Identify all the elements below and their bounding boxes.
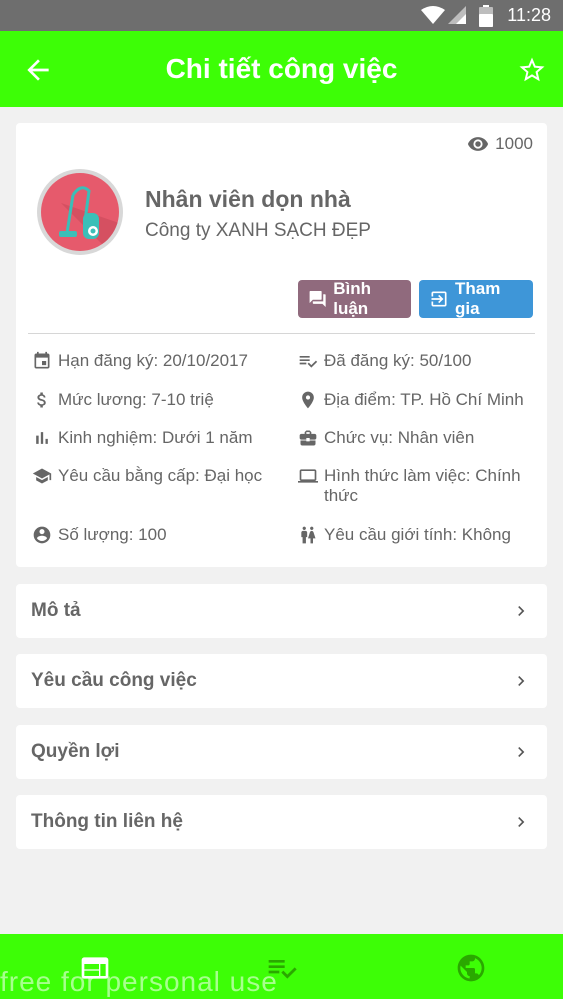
registered-info: Đã đăng ký: 50/100 bbox=[298, 351, 538, 371]
chevron-right-icon bbox=[518, 817, 525, 827]
chevron-right-icon bbox=[518, 676, 525, 686]
view-count: 1000 bbox=[467, 133, 533, 155]
wc-icon bbox=[301, 526, 316, 544]
section-label: Mô tả bbox=[31, 600, 81, 621]
join-button-label: Tham gia bbox=[455, 279, 501, 318]
location-text: Địa điểm: TP. Hồ Chí Minh bbox=[324, 390, 524, 409]
section-job-requirements[interactable]: Yêu cầu công việc bbox=[16, 654, 547, 708]
join-button[interactable]: Tham gia bbox=[419, 279, 533, 318]
gender-info: Yêu cầu giới tính: Không bbox=[298, 525, 538, 545]
quantity-text: Số lượng: 100 bbox=[58, 525, 167, 544]
calendar-icon bbox=[34, 351, 50, 369]
degree-text: Yêu cầu bằng cấp: Đại học bbox=[58, 466, 263, 485]
degree-info: Yêu cầu bằng cấp: Đại học bbox=[32, 466, 282, 486]
section-contact-info[interactable]: Thông tin liên hệ bbox=[16, 795, 547, 849]
job-title: Nhân viên dọn nhà bbox=[145, 186, 351, 212]
location-pin-icon bbox=[302, 391, 314, 409]
view-count-value: 1000 bbox=[495, 134, 533, 153]
salary-info: Mức lương: 7-10 triệ bbox=[32, 390, 282, 410]
company-avatar bbox=[37, 169, 123, 255]
app-bar: Chi tiết công việc bbox=[0, 31, 563, 107]
watermark: free for personal use bbox=[0, 966, 278, 997]
bar-chart-icon bbox=[36, 432, 48, 444]
status-time: 11:28 bbox=[507, 5, 551, 25]
section-description[interactable]: Mô tả bbox=[16, 584, 547, 638]
laptop-icon bbox=[298, 469, 318, 483]
section-label: Yêu cầu công việc bbox=[31, 670, 197, 691]
battery-icon bbox=[479, 5, 493, 27]
section-label: Quyền lợi bbox=[31, 741, 120, 762]
work-type-text: Hình thức làm việc: Chính thức bbox=[324, 466, 521, 505]
section-label: Thông tin liên hệ bbox=[31, 811, 183, 832]
work-type-info: Hình thức làm việc: Chính thức bbox=[298, 466, 538, 506]
gender-text: Yêu cầu giới tính: Không bbox=[324, 525, 511, 544]
company-name: Công ty XANH SẠCH ĐẸP bbox=[145, 220, 371, 241]
eye-icon bbox=[468, 137, 489, 151]
position-info: Chức vụ: Nhân viên bbox=[298, 428, 538, 448]
deadline-text: Hạn đăng ký: 20/10/2017 bbox=[58, 351, 248, 370]
briefcase-icon bbox=[299, 430, 317, 446]
graduation-cap-icon bbox=[32, 468, 52, 484]
position-text: Chức vụ: Nhân viên bbox=[324, 428, 475, 447]
join-icon bbox=[431, 291, 447, 307]
experience-text: Kinh nghiệm: Dưới 1 năm bbox=[58, 428, 253, 447]
status-bar: 11:28 bbox=[0, 0, 563, 31]
signal-icon bbox=[448, 6, 466, 24]
section-benefits[interactable]: Quyền lợi bbox=[16, 725, 547, 779]
chevron-right-icon bbox=[518, 606, 525, 616]
divider bbox=[28, 333, 535, 334]
vacuum-cleaner-icon bbox=[59, 186, 119, 251]
comment-button-label: Bình luận bbox=[333, 279, 372, 318]
comment-icon bbox=[309, 290, 326, 308]
location-info: Địa điểm: TP. Hồ Chí Minh bbox=[298, 390, 538, 410]
comment-button[interactable]: Bình luận bbox=[298, 279, 411, 318]
chevron-right-icon bbox=[518, 747, 525, 757]
quantity-info: Số lượng: 100 bbox=[32, 525, 282, 545]
dollar-icon bbox=[37, 392, 46, 408]
experience-info: Kinh nghiệm: Dưới 1 năm bbox=[32, 428, 282, 448]
registered-text: Đã đăng ký: 50/100 bbox=[324, 351, 472, 370]
salary-text: Mức lương: 7-10 triệ bbox=[58, 390, 214, 409]
star-outline-icon[interactable] bbox=[517, 55, 547, 85]
account-circle-icon bbox=[33, 526, 51, 544]
globe-icon[interactable] bbox=[455, 952, 487, 984]
playlist-check-icon bbox=[299, 356, 318, 368]
deadline-info: Hạn đăng ký: 20/10/2017 bbox=[32, 351, 282, 371]
wifi-icon bbox=[421, 6, 445, 24]
page-title: Chi tiết công việc bbox=[165, 53, 398, 84]
job-detail-card: 1000 Nhân viên dọn nhà Công ty XANH SẠCH… bbox=[16, 123, 547, 567]
